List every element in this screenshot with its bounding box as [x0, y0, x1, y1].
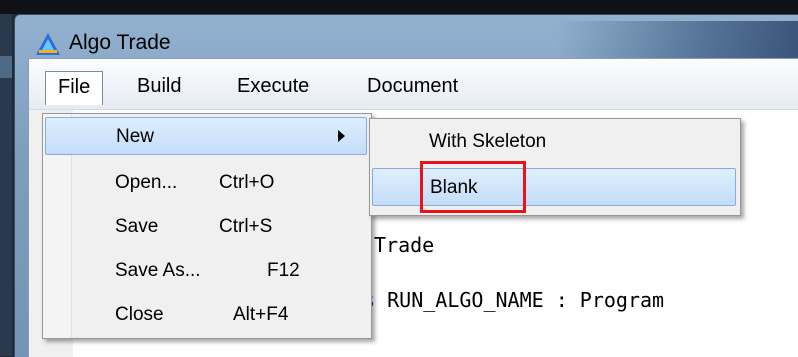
menu-item-open[interactable]: Open... Ctrl+O — [45, 164, 367, 202]
menu-build[interactable]: Build — [125, 71, 193, 103]
menu-item-shortcut: Alt+F4 — [233, 304, 289, 325]
menu-item-close[interactable]: Close Alt+F4 — [45, 296, 367, 334]
menu-item-shortcut: F12 — [267, 260, 300, 281]
code-class-decl: RUN_ALGO_NAME : Program — [375, 288, 665, 312]
menu-execute[interactable]: Execute — [225, 71, 321, 103]
menu-item-shortcut: Ctrl+S — [219, 216, 273, 237]
window-title: Algo Trade — [69, 31, 171, 54]
submenu-item-with-skeleton[interactable]: With Skeleton — [372, 123, 736, 161]
desktop-background — [0, 0, 798, 14]
menu-item-save[interactable]: Save Ctrl+S — [45, 208, 367, 246]
highlight-annotation-box — [420, 161, 526, 213]
code-line-class: ss RUN_ALGO_NAME : Program — [351, 288, 664, 312]
submenu-arrow-icon — [338, 130, 345, 142]
menu-item-new[interactable]: New — [45, 117, 367, 155]
menu-item-label: Open... — [115, 172, 178, 193]
menu-item-label: Save As... — [115, 260, 201, 281]
menu-document[interactable]: Document — [355, 71, 470, 103]
desktop-left-edge — [0, 14, 12, 356]
menu-item-label: New — [116, 126, 155, 147]
algo-trade-logo-icon — [36, 33, 60, 55]
menu-bar: File Build Execute Document — [29, 59, 798, 110]
menu-item-save-as[interactable]: Save As... F12 — [45, 252, 367, 290]
code-line-using: Trade — [374, 233, 435, 257]
menu-item-shortcut: Ctrl+O — [219, 172, 275, 193]
file-menu-dropdown: New Open... Ctrl+O Save Ctrl+S Save As..… — [42, 113, 372, 339]
desktop-taskbar-tab — [0, 56, 12, 78]
menu-file[interactable]: File — [45, 71, 104, 105]
menu-item-label: Close — [115, 304, 164, 325]
submenu-item-label: With Skeleton — [429, 131, 547, 152]
menu-item-label: Save — [115, 216, 159, 237]
